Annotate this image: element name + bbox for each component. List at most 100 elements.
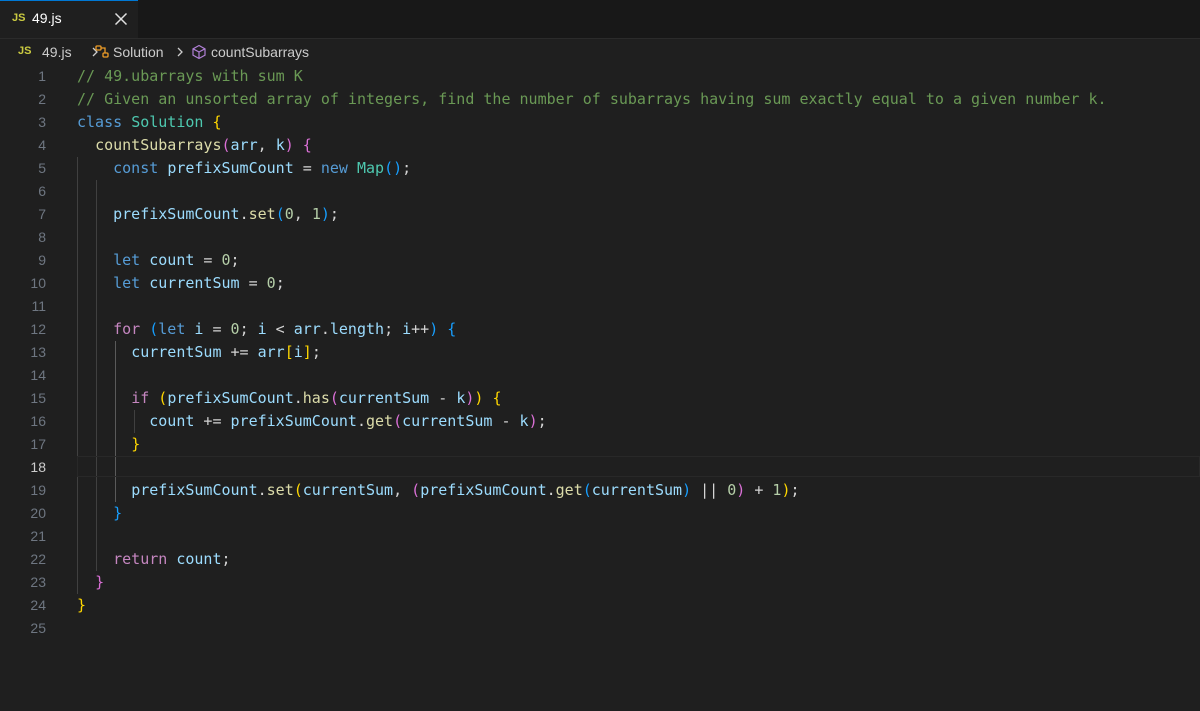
code-token: , bbox=[393, 481, 412, 499]
code-token: = bbox=[203, 320, 231, 338]
code-token: countSubarrays bbox=[95, 136, 222, 154]
code-token: let bbox=[113, 274, 150, 292]
code-line[interactable]: 11 bbox=[0, 295, 1200, 318]
code-line[interactable]: 25 bbox=[0, 617, 1200, 640]
code-line[interactable]: 3 class Solution { bbox=[0, 111, 1200, 134]
code-line[interactable]: 20 } bbox=[0, 502, 1200, 525]
code-line[interactable]: 12 for (let i = 0; i < arr.length; i++) … bbox=[0, 318, 1200, 341]
code-token: ( bbox=[393, 412, 403, 430]
code-token: 0 bbox=[727, 481, 737, 499]
javascript-file-icon: JS bbox=[12, 12, 26, 24]
code-token: i bbox=[402, 320, 412, 338]
code-line[interactable]: 19 prefixSumCount.set(currentSum, (prefi… bbox=[0, 479, 1200, 502]
tab-bar: JS 49.js bbox=[0, 0, 1200, 39]
code-token: count bbox=[149, 412, 195, 430]
code-token: ( bbox=[411, 481, 421, 499]
editor-tab-49js[interactable]: JS 49.js bbox=[0, 0, 138, 38]
code-line[interactable]: 23 } bbox=[0, 571, 1200, 594]
code-token: = bbox=[194, 251, 222, 269]
code-token: prefixSumCount bbox=[131, 481, 258, 499]
code-text: return count; bbox=[77, 548, 231, 571]
code-text: currentSum += arr[i]; bbox=[77, 341, 321, 364]
code-token: arr bbox=[293, 320, 321, 338]
code-line[interactable]: 21 bbox=[0, 525, 1200, 548]
breadcrumb-class[interactable]: Solution bbox=[113, 44, 164, 60]
code-token: . bbox=[239, 205, 249, 223]
code-token: // Given an unsorted array of integers, … bbox=[77, 90, 1107, 108]
code-token: length bbox=[329, 320, 385, 338]
code-token: ; bbox=[221, 550, 231, 568]
code-line[interactable]: 22 return count; bbox=[0, 548, 1200, 571]
code-line[interactable]: 14 bbox=[0, 364, 1200, 387]
breadcrumb-file[interactable]: 49.js bbox=[42, 44, 72, 60]
code-token: currentSum bbox=[131, 343, 222, 361]
method-icon bbox=[192, 44, 206, 60]
code-line[interactable]: 8 bbox=[0, 226, 1200, 249]
code-text: countSubarrays(arr, k) { bbox=[77, 134, 312, 157]
code-line[interactable]: 24} bbox=[0, 594, 1200, 617]
code-line[interactable]: 5 const prefixSumCount = new Map(); bbox=[0, 157, 1200, 180]
line-number: 6 bbox=[38, 183, 46, 199]
breadcrumb-method[interactable]: countSubarrays bbox=[211, 44, 309, 60]
code-token: ; bbox=[384, 320, 403, 338]
code-token: 0 bbox=[221, 251, 231, 269]
code-line[interactable]: 9 let count = 0; bbox=[0, 249, 1200, 272]
line-number: 16 bbox=[30, 413, 46, 429]
close-icon[interactable] bbox=[112, 10, 130, 28]
code-token: arr bbox=[257, 343, 285, 361]
code-line[interactable]: 15 if (prefixSumCount.has(currentSum - k… bbox=[0, 387, 1200, 410]
line-number: 23 bbox=[30, 574, 46, 590]
code-line[interactable]: 1 // 49.ubarrays with sum K bbox=[0, 65, 1200, 88]
line-number: 4 bbox=[38, 137, 46, 153]
tab-label: 49.js bbox=[32, 10, 62, 26]
code-token: set bbox=[248, 205, 276, 223]
code-token: () bbox=[384, 159, 403, 177]
line-number: 24 bbox=[30, 597, 46, 613]
breadcrumb: JS 49.js Solution countSubarrays bbox=[0, 42, 1200, 64]
code-line[interactable]: 13 currentSum += arr[i]; bbox=[0, 341, 1200, 364]
line-number: 17 bbox=[30, 436, 46, 452]
code-token: const bbox=[113, 159, 168, 177]
code-line[interactable]: 17 } bbox=[0, 433, 1200, 456]
code-token: if bbox=[131, 389, 150, 407]
code-text: // Given an unsorted array of integers, … bbox=[77, 88, 1107, 111]
code-line[interactable]: 10 let currentSum = 0; bbox=[0, 272, 1200, 295]
class-icon bbox=[95, 45, 109, 58]
code-text: prefixSumCount.set(0, 1); bbox=[77, 203, 339, 226]
code-token: ; bbox=[311, 343, 321, 361]
code-token: { bbox=[212, 113, 222, 131]
code-line[interactable]: 2 // Given an unsorted array of integers,… bbox=[0, 88, 1200, 111]
code-token: return bbox=[113, 550, 168, 568]
code-text: prefixSumCount.set(currentSum, (prefixSu… bbox=[77, 479, 799, 502]
code-line[interactable]: 7 prefixSumCount.set(0, 1); bbox=[0, 203, 1200, 226]
code-text: for (let i = 0; i < arr.length; i++) { bbox=[77, 318, 456, 341]
code-token: has bbox=[302, 389, 330, 407]
code-text: } bbox=[77, 502, 122, 525]
code-token: ) bbox=[528, 412, 538, 430]
code-token: currentSum bbox=[591, 481, 683, 499]
code-line[interactable]: 18 bbox=[0, 456, 1200, 479]
line-number: 11 bbox=[31, 298, 46, 314]
code-token: += bbox=[221, 343, 258, 361]
javascript-file-icon: JS bbox=[18, 45, 32, 57]
code-line[interactable]: 6 bbox=[0, 180, 1200, 203]
code-line[interactable]: 4 countSubarrays(arr, k) { bbox=[0, 134, 1200, 157]
code-token: } bbox=[113, 504, 123, 522]
code-token: prefixSumCount bbox=[230, 412, 357, 430]
code-line[interactable]: 16 count += prefixSumCount.get(currentSu… bbox=[0, 410, 1200, 433]
code-token: get bbox=[555, 481, 583, 499]
code-token: } bbox=[95, 573, 105, 591]
code-token: let bbox=[158, 320, 195, 338]
